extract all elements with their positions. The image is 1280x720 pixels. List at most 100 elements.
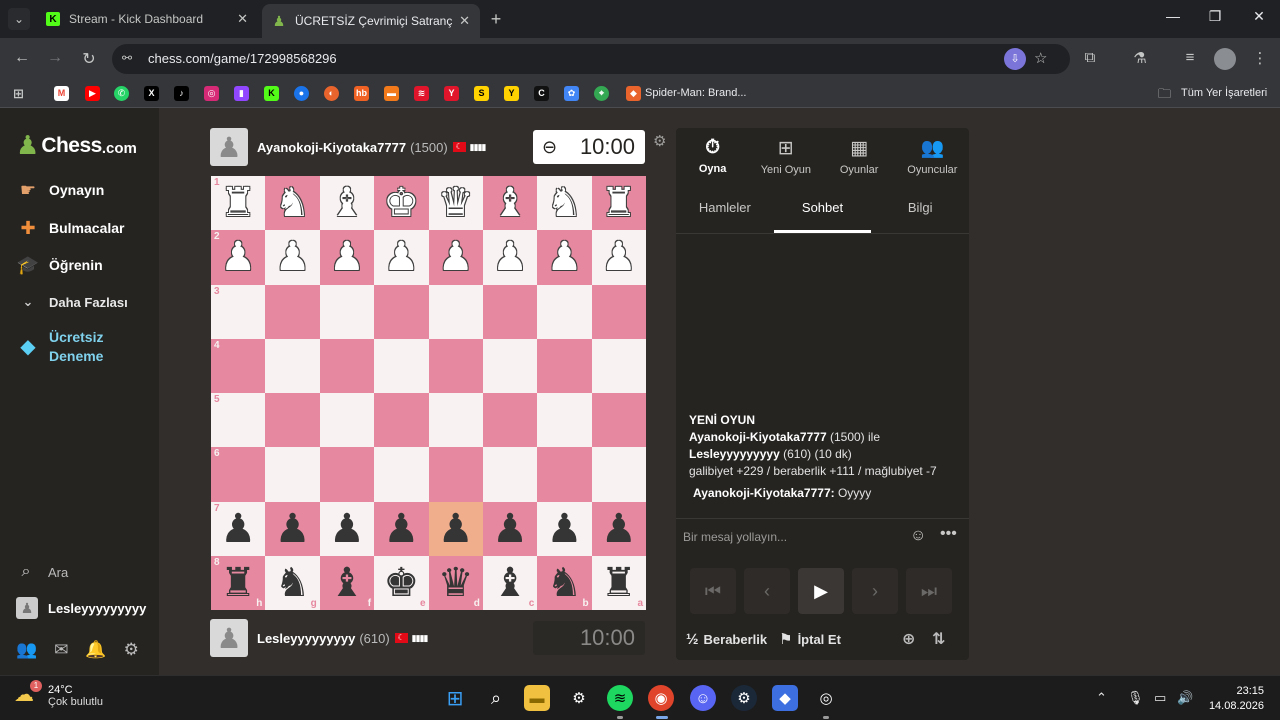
board-square[interactable] [537,284,592,339]
white-piece-icon[interactable]: ♟ [492,237,528,277]
board-square[interactable]: 2 ♟ [211,230,266,285]
restore-icon[interactable]: ❐ [1200,8,1230,25]
board-square[interactable]: ♟ [428,501,483,556]
board-square[interactable]: ♞ [265,176,320,231]
user-profile-link[interactable]: ♟ Lesleyyyyyyyyy [16,597,146,619]
board-square[interactable] [482,447,538,502]
black-piece-icon[interactable]: ♝ [492,563,528,603]
browser-menu-icon[interactable]: ⋮ [1250,49,1270,67]
play-button[interactable]: ▶ [798,568,844,614]
board-square[interactable] [319,393,375,448]
profile-avatar[interactable] [1214,48,1236,70]
black-piece-icon[interactable]: ♟ [601,509,637,549]
board-square[interactable]: 1 ♜ [211,176,266,231]
nav-free-trial[interactable]: ◆ Ücretsiz Deneme [16,328,103,366]
system-clock[interactable]: 23:15 14.08.2026 [1208,684,1264,714]
board-square[interactable]: b ♞ [537,555,592,610]
white-piece-icon[interactable]: ♟ [329,237,365,277]
steam-icon[interactable]: ⚙ [731,685,757,711]
c-icon[interactable]: C [534,86,549,101]
board-square[interactable]: ♟ [265,230,320,285]
draw-button[interactable]: ½ Beraberlik [686,631,767,648]
news-icon[interactable]: ≋ [414,86,429,101]
install-app-icon[interactable]: ⇩ [1004,48,1026,70]
white-piece-icon[interactable]: ♜ [601,183,637,223]
abort-button[interactable]: ⚑ İptal Et [779,630,841,648]
board-square[interactable] [319,447,375,502]
back-icon[interactable]: ← [12,49,32,67]
board-square[interactable]: a ♜ [591,555,646,610]
chess-board[interactable]: 1 ♜ ♞ ♝ ♚ ♛ ♝ ♞ ♜ 2 ♟ ♟ ♟ ♟ ♟ ♟ ♟ ♟ 3 4 5 6 7 ♟ ♟ ♟ ♟ ♟ ♟ ♟ ♟ 8 h ♜ g ♞ f ♝ e ♚… [211,176,646,610]
maps-icon[interactable]: ⌖ [594,86,609,101]
black-piece-icon[interactable]: ♟ [547,509,583,549]
black-piece-icon[interactable]: ♟ [492,509,528,549]
black-piece-icon[interactable]: ♟ [438,509,474,549]
site-info-icon[interactable]: ⚯ [122,51,132,65]
nav-more[interactable]: ⌄ Daha Fazlası [16,290,128,314]
next-move-button[interactable]: › [852,568,898,614]
board-square[interactable]: ♟ [591,501,646,556]
y-icon[interactable]: Y [444,86,459,101]
board-square[interactable] [428,393,483,448]
board-square[interactable] [428,338,483,393]
tab-chess[interactable]: ♟ ÜCRETSİZ Çevrimiçi Satranç Oyna ✕ [262,4,480,38]
black-piece-icon[interactable]: ♛ [438,563,474,603]
board-square[interactable]: ♟ [319,230,375,285]
nav-learn[interactable]: 🎓 Öğrenin [16,253,103,277]
black-piece-icon[interactable]: ♞ [275,563,311,603]
board-square[interactable] [265,284,320,339]
weather-widget[interactable]: ☁ 1 24°C Çok bulutlu [14,680,103,710]
orange-site-icon[interactable]: ◐ [324,86,339,101]
board-square[interactable] [537,447,592,502]
black-piece-icon[interactable]: ♚ [383,563,419,603]
board-square[interactable]: ♝ [482,176,538,231]
search-link[interactable]: ⌕ Ara [16,563,69,581]
flip-board-icon[interactable]: ⇅ [932,629,945,649]
windows-start-icon[interactable]: ⊞ [442,685,468,711]
black-piece-icon[interactable]: ♝ [329,563,365,603]
board-square[interactable] [374,284,429,339]
board-square[interactable]: d ♛ [428,555,483,610]
more-options-icon[interactable]: ••• [940,525,957,543]
board-square[interactable]: g ♞ [265,555,320,610]
subtab-moves[interactable]: Hamleler [676,190,774,233]
s-icon[interactable]: S [474,86,489,101]
board-square[interactable]: 6 [211,447,266,502]
player-name[interactable]: Lesleyyyyyyyyy [257,631,355,646]
close-tab-icon[interactable]: ✕ [237,11,248,27]
first-move-button[interactable]: ⏮ [690,568,736,614]
meet-icon[interactable]: ● [294,86,309,101]
all-bookmarks[interactable]: Tüm Yer İşaretleri [1181,87,1267,99]
player-name[interactable]: Ayanokoji-Kiyotaka7777 [257,140,406,155]
tray-expand-icon[interactable]: ⌃ [1096,690,1107,706]
board-square[interactable]: ♟ [482,230,538,285]
new-tab-button[interactable]: + [486,9,506,30]
photos-icon[interactable]: ✿ [564,86,579,101]
tab-play[interactable]: ⏱ Oyna [676,128,749,184]
board-square[interactable] [482,284,538,339]
board-square[interactable] [591,447,646,502]
tab-games[interactable]: ▦ Oyunlar [823,128,896,184]
board-square[interactable] [374,393,429,448]
board-square[interactable]: ♟ [428,230,483,285]
spiderman-icon[interactable]: ◆ [626,86,641,101]
board-square[interactable] [537,393,592,448]
board-square[interactable] [591,393,646,448]
url-text[interactable]: chess.com/game/172998568296 [148,51,337,66]
spotify-icon[interactable]: ≋ [607,685,633,711]
whatsapp-icon[interactable]: ✆ [114,86,129,101]
network-icon[interactable]: ▭ [1154,690,1166,706]
bookmark-spiderman[interactable]: Spider-Man: Brand... [645,87,747,99]
board-square[interactable]: c ♝ [482,555,538,610]
close-tab-icon[interactable]: ✕ [459,13,470,29]
media-queue-icon[interactable]: ≡ [1180,49,1200,66]
forward-icon[interactable]: → [45,49,65,67]
white-piece-icon[interactable]: ♝ [492,183,528,223]
widget-app-icon[interactable]: ⚙ [566,685,592,711]
board-square[interactable]: ♟ [319,501,375,556]
board-square[interactable]: ♛ [428,176,483,231]
minimize-icon[interactable]: — [1158,8,1188,24]
x-icon[interactable]: X [144,86,159,101]
add-clock-icon[interactable]: ⊕ [902,629,915,649]
tiktok-icon[interactable]: ♪ [174,86,189,101]
